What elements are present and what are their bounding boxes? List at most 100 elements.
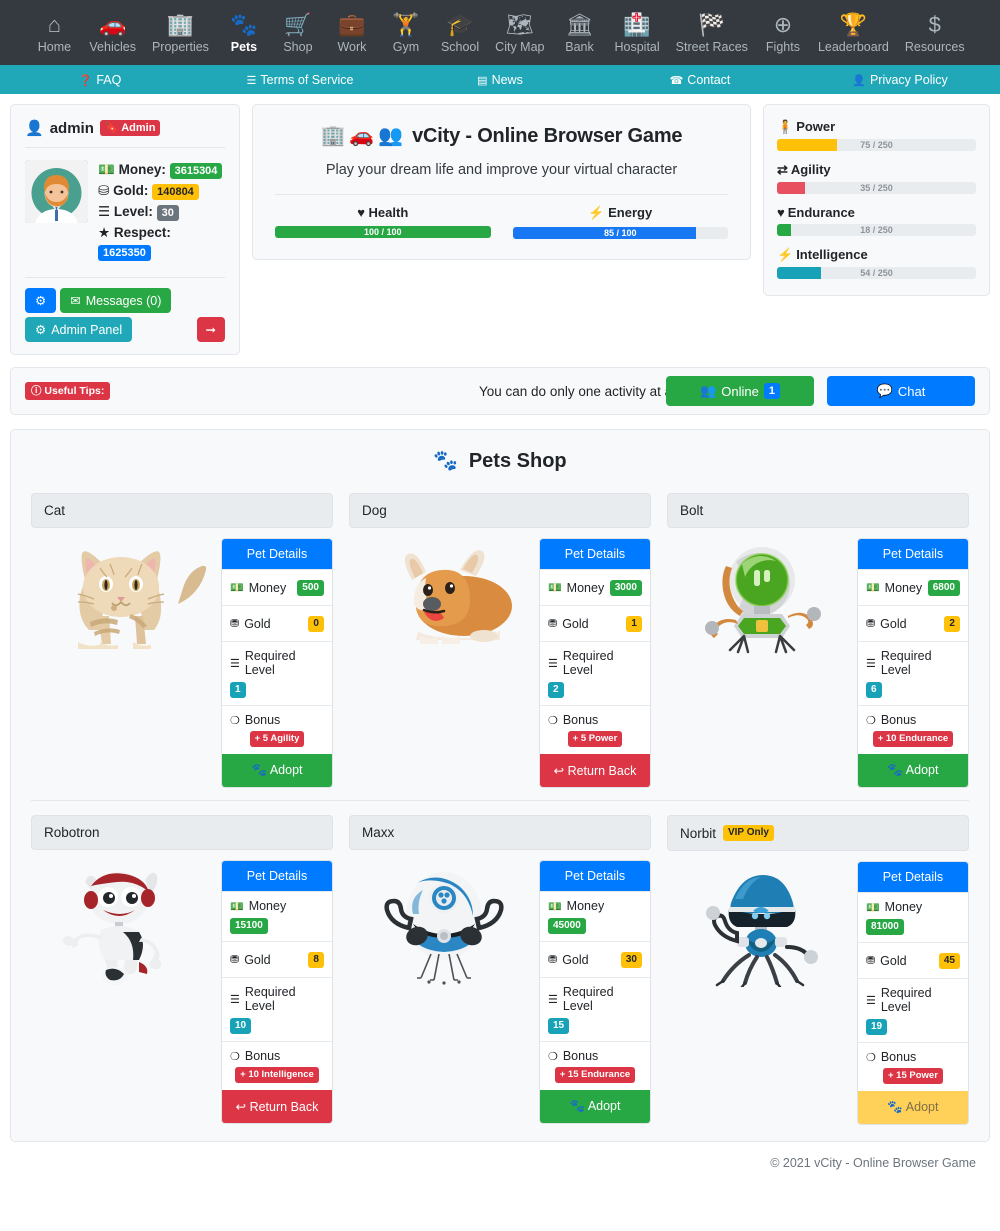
pet-gold-row: ⛃ Gold 2: [857, 605, 968, 641]
pet-money-value: 15100: [229, 918, 268, 934]
pet-action-button[interactable]: 🐾 Adopt: [857, 754, 968, 787]
online-count-badge: 1: [763, 383, 780, 399]
admin-panel-button[interactable]: ⚙ Admin Panel: [25, 317, 133, 342]
building-icon: 🏢: [320, 125, 346, 147]
game-subtitle: Play your dream life and improve your vi…: [325, 162, 678, 178]
nav-item-city-map[interactable]: 🗺 City Map: [487, 8, 552, 58]
center-divider: [275, 194, 728, 195]
gold-bar-icon: ⛃: [547, 954, 558, 966]
nav-item-vehicles[interactable]: 🚗 Vehicles: [81, 8, 144, 58]
nav-item-work[interactable]: 💼 Work: [325, 8, 379, 58]
vital-label: ⚡ Energy: [513, 205, 729, 221]
nav-item-school[interactable]: 🎓 School: [433, 8, 487, 58]
pet-level-row: ☰ Required Level 6: [857, 641, 968, 705]
useful-tips-badge: ⓘ Useful Tips:: [25, 382, 111, 400]
layers-icon: ☰: [865, 994, 876, 1007]
main-navigation: ⌂ Home 🚗 Vehicles 🏢 Properties 🐾 Pets 🛒 Shop 💼 Work…: [0, 0, 1000, 65]
pet-bonus-row: ❍ Bonus + 5 Power: [539, 705, 650, 754]
pet-card-header: Cat: [31, 493, 333, 528]
pet-action-label: Adopt: [269, 763, 303, 777]
logout-button[interactable]: ➞: [196, 317, 225, 342]
trophy-icon: 🏆: [839, 11, 868, 37]
heart-icon: ♥: [357, 205, 365, 220]
nav-item-pets[interactable]: 🐾 Pets: [217, 8, 271, 58]
paw-icon: 🐾: [887, 763, 903, 777]
pet-details-title: Pet Details: [539, 861, 650, 891]
profile-stat-value: 3615304: [169, 163, 223, 179]
attribute-label: 🧍 Power: [777, 119, 976, 135]
users-icon: 👥: [378, 125, 403, 147]
nav-item-gym[interactable]: 🏋 Gym: [379, 8, 433, 58]
nav-item-shop[interactable]: 🛒 Shop: [271, 8, 325, 58]
paw-icon: 🐾: [251, 763, 268, 777]
useful-tips-bar: ⓘ Useful Tips: You can do only one activ…: [10, 367, 990, 415]
pet-image: [31, 538, 221, 788]
attributes-card: 🧍 Power 75 / 250 ⇄ Agility 35 / 250 ♥ Endurance…: [763, 104, 990, 296]
messages-button-label: Messages (0): [85, 293, 162, 308]
pet-card-body: Pet Details 💵 Money 45000 ⛃ Gold 30 ☰ Required L…: [349, 850, 651, 1124]
pet-card-header: Dog: [348, 493, 651, 528]
headset-icon: ☎: [669, 74, 684, 87]
pet-action-label: Return Back: [567, 764, 637, 778]
pet-money-value: 45000: [547, 918, 586, 934]
pet-name: Cat: [44, 503, 66, 518]
subnav-item-privacy-policy[interactable]: 👤 Privacy Policy: [800, 73, 1000, 87]
pet-bonus-label: Bonus: [562, 713, 599, 727]
pet-details-panel: Pet Details 💵 Money 6800 ⛃ Gold 2 ☰ Required Lev…: [856, 538, 969, 788]
nav-item-hospital[interactable]: 🏥 Hospital: [607, 8, 668, 58]
nav-item-street-races[interactable]: 🏁 Street Races: [668, 8, 756, 58]
pet-image: [31, 860, 221, 1124]
pet-money-row: 💵 Money 45000: [539, 891, 650, 941]
pet-action-button[interactable]: 🐾 Adopt: [857, 1091, 968, 1124]
pet-action-button[interactable]: ↩ Return Back: [539, 754, 650, 787]
nav-item-resources[interactable]: $ Resources: [897, 8, 973, 58]
pet-card-body: Pet Details 💵 Money 3000 ⛃ Gold 1 ☰ Required Lev…: [349, 528, 651, 788]
pet-details-panel: Pet Details 💵 Money 500 ⛃ Gold 0 ☰ Required Leve…: [220, 538, 333, 788]
nav-item-properties[interactable]: 🏢 Properties: [144, 8, 217, 58]
subnav-item-label: News: [491, 72, 523, 87]
subnav-item-news[interactable]: ▤ News: [400, 73, 600, 87]
settings-button[interactable]: ⚙: [25, 288, 57, 313]
profile-stat-level: ☰ Level: 30: [98, 202, 225, 221]
subnav-item-faq[interactable]: ❓ FAQ: [0, 73, 200, 87]
pet-card: Bolt Pet Details 💵 Money 6800 ⛃ Gold 2 ☰ Require…: [659, 493, 977, 788]
pet-bonus-label: Bonus: [244, 1049, 281, 1063]
nav-item-label: Bank: [565, 39, 594, 54]
cat-illustration: [78, 551, 207, 649]
pet-details-title: Pet Details: [539, 539, 650, 569]
graduation-cap-icon: 🎓: [446, 11, 474, 37]
subnav-item-terms-of-service[interactable]: ☰ Terms of Service: [200, 73, 400, 87]
messages-button[interactable]: ✉ Messages (0): [60, 288, 172, 313]
nav-item-home[interactable]: ⌂ Home: [27, 8, 81, 58]
nav-item-bank[interactable]: 🏛 Bank: [553, 8, 607, 58]
pet-money-label: Money: [884, 900, 923, 914]
nav-item-leaderboard[interactable]: 🏆 Leaderboard: [810, 8, 897, 58]
vip-only-badge: VIP Only: [722, 825, 774, 841]
pet-action-button[interactable]: 🐾 Adopt: [221, 754, 332, 787]
online-button[interactable]: 👥 Online 1: [666, 376, 814, 406]
users-icon: 👥: [700, 383, 717, 398]
person-icon: 🧍: [777, 119, 794, 134]
attribute-endurance: ♥ Endurance 18 / 250: [777, 205, 976, 236]
chat-button[interactable]: 💬 Chat: [827, 376, 975, 406]
pet-money-label: Money: [248, 580, 287, 595]
heartbeat-icon: ♥: [777, 205, 785, 220]
attribute-progress-text: 75 / 250: [860, 140, 893, 150]
pet-bonus-label: Bonus: [562, 1049, 599, 1063]
life-ring-icon: ❍: [865, 1051, 876, 1064]
pet-action-button[interactable]: 🐾 Adopt: [539, 1090, 650, 1123]
pet-action-button[interactable]: ↩ Return Back: [221, 1090, 332, 1123]
pet-details-title: Pet Details: [857, 539, 968, 569]
layers-icon: ☰: [547, 993, 558, 1006]
nav-item-fights[interactable]: ⊕ Fights: [756, 8, 810, 58]
comments-icon: 💬: [876, 383, 893, 398]
attribute-label-text: Agility: [790, 162, 831, 177]
pet-gold-value: 2: [944, 615, 960, 632]
pet-details-panel: Pet Details 💵 Money 45000 ⛃ Gold 30 ☰ Required L…: [538, 860, 651, 1124]
subnav-item-contact[interactable]: ☎ Contact: [600, 73, 800, 87]
pet-gold-row: ⛃ Gold 8: [221, 941, 332, 977]
paw-icon: 🐾: [569, 1099, 586, 1113]
pet-card-body: Pet Details 💵 Money 6800 ⛃ Gold 2 ☰ Required Lev…: [667, 528, 969, 788]
nav-item-label: Hospital: [614, 39, 660, 54]
shopping-cart-icon: 🛒: [284, 11, 312, 37]
